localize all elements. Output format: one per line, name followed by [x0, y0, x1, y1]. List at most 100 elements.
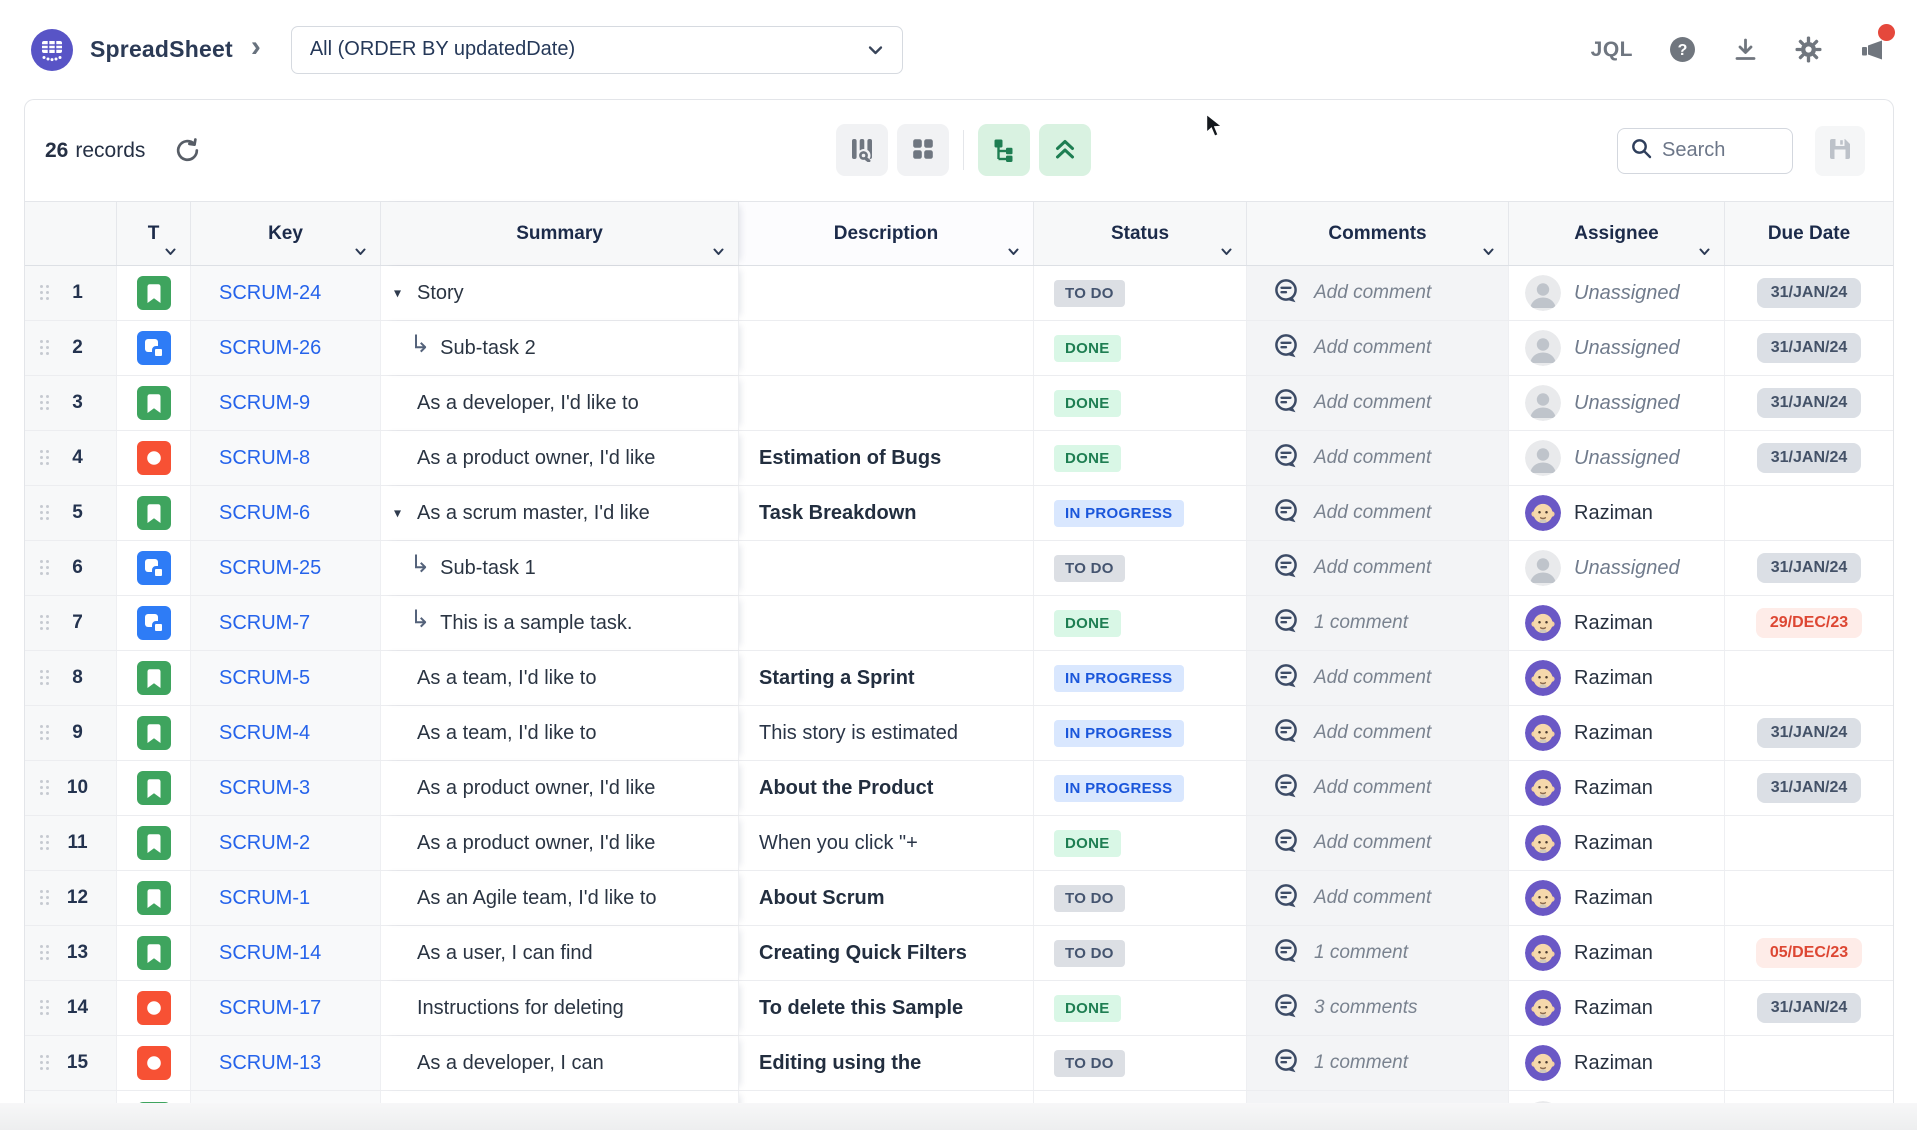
summary-cell[interactable]: ▾ Story: [381, 266, 739, 320]
status-cell[interactable]: IN PROGRESS: [1034, 761, 1247, 815]
description-cell[interactable]: [739, 596, 1034, 650]
assignee-cell[interactable]: Raziman: [1509, 596, 1725, 650]
due-date-cell[interactable]: [1725, 651, 1893, 705]
drag-handle-icon[interactable]: [40, 670, 43, 673]
issue-key-cell[interactable]: SCRUM-4: [191, 706, 381, 760]
column-header-status[interactable]: Status: [1034, 202, 1247, 265]
row-number-cell[interactable]: 8: [25, 651, 117, 705]
status-cell[interactable]: TO DO: [1034, 541, 1247, 595]
table-row[interactable]: 1 SCRUM-24 ▾ Story TO DO: [25, 266, 1893, 321]
comments-cell[interactable]: [1247, 1091, 1509, 1103]
due-date-cell[interactable]: 29/DEC/23: [1725, 596, 1893, 650]
table-row[interactable]: 7 SCRUM-7 ↳ This is a sample task. DONE: [25, 596, 1893, 651]
issue-key-link[interactable]: SCRUM-7: [219, 612, 310, 635]
description-cell[interactable]: When you click "+: [739, 816, 1034, 870]
announcements-megaphone-icon[interactable]: [1858, 36, 1887, 64]
status-badge[interactable]: IN PROGRESS: [1054, 500, 1184, 527]
summary-cell[interactable]: As a user, I can find: [381, 926, 739, 980]
description-cell[interactable]: About Scrum: [739, 871, 1034, 925]
description-cell[interactable]: About the Product: [739, 761, 1034, 815]
search-box[interactable]: [1617, 128, 1793, 174]
assignee-cell[interactable]: [1509, 1091, 1725, 1103]
row-number-cell[interactable]: 7: [25, 596, 117, 650]
table-row[interactable]: 10 SCRUM-3 As a product owner, I'd like …: [25, 761, 1893, 816]
comments-cell[interactable]: 1 comment: [1247, 1036, 1509, 1090]
drag-handle-icon[interactable]: [40, 890, 43, 893]
row-number-cell[interactable]: 14: [25, 981, 117, 1035]
row-number-cell[interactable]: 10: [25, 761, 117, 815]
issue-key-link[interactable]: SCRUM-2: [219, 832, 310, 855]
table-row[interactable]: 8 SCRUM-5 As a team, I'd like to Startin…: [25, 651, 1893, 706]
comments-cell[interactable]: Add comment: [1247, 706, 1509, 760]
column-header-assignee[interactable]: Assignee: [1509, 202, 1725, 265]
summary-cell[interactable]: As a product owner, I'd like: [381, 431, 739, 485]
row-number-cell[interactable]: 6: [25, 541, 117, 595]
column-menu-chevron-icon[interactable]: [354, 246, 367, 258]
drag-handle-icon[interactable]: [40, 945, 43, 948]
row-number-cell[interactable]: 9: [25, 706, 117, 760]
description-cell[interactable]: Creating Quick Filters: [739, 926, 1034, 980]
due-date-cell[interactable]: [1725, 1036, 1893, 1090]
issue-key-cell[interactable]: SCRUM-3: [191, 761, 381, 815]
summary-cell[interactable]: As a team, I'd like to: [381, 651, 739, 705]
status-cell[interactable]: IN PROGRESS: [1034, 486, 1247, 540]
status-badge[interactable]: DONE: [1054, 445, 1121, 472]
status-badge[interactable]: TO DO: [1054, 940, 1125, 967]
due-date-cell[interactable]: [1725, 1091, 1893, 1103]
table-row[interactable]: 12 SCRUM-1 As an Agile team, I'd like to…: [25, 871, 1893, 926]
issue-type-cell[interactable]: [117, 871, 191, 925]
assignee-cell[interactable]: Raziman: [1509, 706, 1725, 760]
issue-key-cell[interactable]: SCRUM-2: [191, 816, 381, 870]
status-cell[interactable]: DONE: [1034, 1091, 1247, 1103]
column-menu-chevron-icon[interactable]: [1698, 246, 1711, 258]
help-icon[interactable]: ?: [1669, 36, 1696, 63]
column-menu-chevron-icon[interactable]: [1007, 246, 1020, 258]
row-number-cell[interactable]: 11: [25, 816, 117, 870]
issue-type-cell[interactable]: [117, 981, 191, 1035]
status-cell[interactable]: DONE: [1034, 376, 1247, 430]
summary-cell[interactable]: ↳ Sub-task 2: [381, 321, 739, 375]
summary-cell[interactable]: As a developer, I can: [381, 1036, 739, 1090]
assignee-cell[interactable]: Raziman: [1509, 871, 1725, 925]
save-button[interactable]: [1815, 126, 1865, 176]
issue-key-link[interactable]: SCRUM-5: [219, 667, 310, 690]
due-date-cell[interactable]: 31/JAN/24: [1725, 321, 1893, 375]
issue-key-cell[interactable]: SCRUM-17: [191, 981, 381, 1035]
table-row[interactable]: DONE: [25, 1091, 1893, 1103]
expand-caret[interactable]: ▾: [394, 285, 401, 302]
issue-key-link[interactable]: SCRUM-24: [219, 282, 321, 305]
due-date-cell[interactable]: 31/JAN/24: [1725, 376, 1893, 430]
issue-key-link[interactable]: SCRUM-4: [219, 722, 310, 745]
download-icon[interactable]: [1732, 36, 1759, 63]
row-number-cell[interactable]: [25, 1091, 117, 1103]
issue-key-cell[interactable]: SCRUM-13: [191, 1036, 381, 1090]
comments-cell[interactable]: Add comment: [1247, 266, 1509, 320]
status-cell[interactable]: DONE: [1034, 596, 1247, 650]
issue-type-cell[interactable]: [117, 761, 191, 815]
assignee-cell[interactable]: Unassigned: [1509, 541, 1725, 595]
issue-key-link[interactable]: SCRUM-9: [219, 392, 310, 415]
status-badge[interactable]: IN PROGRESS: [1054, 665, 1184, 692]
description-cell[interactable]: [739, 321, 1034, 375]
issue-type-cell[interactable]: [117, 926, 191, 980]
comments-cell[interactable]: 1 comment: [1247, 596, 1509, 650]
assignee-cell[interactable]: Raziman: [1509, 981, 1725, 1035]
issue-type-cell[interactable]: [117, 596, 191, 650]
comments-cell[interactable]: Add comment: [1247, 486, 1509, 540]
search-input[interactable]: [1662, 139, 1780, 162]
comments-cell[interactable]: Add comment: [1247, 431, 1509, 485]
drag-handle-icon[interactable]: [40, 285, 43, 288]
row-number-cell[interactable]: 12: [25, 871, 117, 925]
table-row[interactable]: 15 SCRUM-13 As a developer, I can Editin…: [25, 1036, 1893, 1091]
due-date-cell[interactable]: 31/JAN/24: [1725, 706, 1893, 760]
issue-key-link[interactable]: SCRUM-3: [219, 777, 310, 800]
due-date-badge[interactable]: 31/JAN/24: [1757, 388, 1862, 418]
issue-type-cell[interactable]: [117, 651, 191, 705]
drag-handle-icon[interactable]: [40, 560, 43, 563]
issue-key-cell[interactable]: SCRUM-24: [191, 266, 381, 320]
due-date-cell[interactable]: 05/DEC/23: [1725, 926, 1893, 980]
comments-cell[interactable]: Add comment: [1247, 871, 1509, 925]
jql-button[interactable]: JQL: [1591, 38, 1633, 62]
issue-type-cell[interactable]: [117, 431, 191, 485]
drag-handle-icon[interactable]: [40, 1055, 43, 1058]
